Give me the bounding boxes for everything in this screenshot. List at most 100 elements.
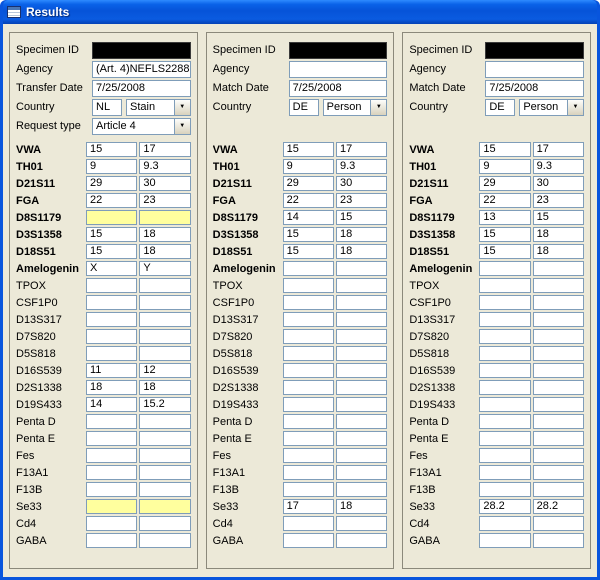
- panel-3-locus-d13s317-allele-2-input[interactable]: [533, 312, 584, 327]
- panel-3-locus-penta-e-allele-1-input[interactable]: [479, 431, 530, 446]
- panel-1-request-type-select[interactable]: Article 4▼: [92, 118, 191, 135]
- panel-1-locus-penta-e-allele-2-input[interactable]: [139, 431, 190, 446]
- panel-3-locus-penta-d-allele-2-input[interactable]: [533, 414, 584, 429]
- panel-2-locus-d19s433-allele-2-input[interactable]: [336, 397, 387, 412]
- panel-1-locus-csf1p0-allele-1-input[interactable]: [86, 295, 137, 310]
- panel-2-locus-d19s433-allele-1-input[interactable]: [283, 397, 334, 412]
- panel-2-locus-f13b-allele-1-input[interactable]: [283, 482, 334, 497]
- panel-1-locus-se33-allele-1-input[interactable]: [86, 499, 137, 514]
- panel-2-locus-fes-allele-2-input[interactable]: [336, 448, 387, 463]
- panel-1-locus-d18s51-allele-2-input[interactable]: 18: [139, 244, 190, 259]
- panel-2-locus-d8s1179-allele-2-input[interactable]: 15: [336, 210, 387, 225]
- panel-3-locus-d18s51-allele-1-input[interactable]: 15: [479, 244, 530, 259]
- panel-1-locus-vwa-allele-1-input[interactable]: 15: [86, 142, 137, 157]
- panel-3-locus-d8s1179-allele-2-input[interactable]: 15: [533, 210, 584, 225]
- panel-3-locus-vwa-allele-2-input[interactable]: 17: [533, 142, 584, 157]
- panel-2-locus-d5s818-allele-1-input[interactable]: [283, 346, 334, 361]
- panel-3-locus-d19s433-allele-2-input[interactable]: [533, 397, 584, 412]
- panel-1-locus-tpox-allele-2-input[interactable]: [139, 278, 190, 293]
- panel-2-locus-d2s1338-allele-2-input[interactable]: [336, 380, 387, 395]
- panel-2-locus-d18s51-allele-2-input[interactable]: 18: [336, 244, 387, 259]
- panel-3-locus-d2s1338-allele-1-input[interactable]: [479, 380, 530, 395]
- panel-2-locus-penta-d-allele-2-input[interactable]: [336, 414, 387, 429]
- panel-3-locus-tpox-allele-1-input[interactable]: [479, 278, 530, 293]
- panel-1-locus-f13b-allele-1-input[interactable]: [86, 482, 137, 497]
- panel-1-locus-th01-allele-2-input[interactable]: 9.3: [139, 159, 190, 174]
- panel-3-locus-d16s539-allele-1-input[interactable]: [479, 363, 530, 378]
- panel-2-locus-gaba-allele-2-input[interactable]: [336, 533, 387, 548]
- panel-2-locus-d13s317-allele-1-input[interactable]: [283, 312, 334, 327]
- panel-3-locus-cd4-allele-2-input[interactable]: [533, 516, 584, 531]
- panel-1-locus-fes-allele-2-input[interactable]: [139, 448, 190, 463]
- panel-3-locus-d18s51-allele-2-input[interactable]: 18: [533, 244, 584, 259]
- panel-1-locus-f13a1-allele-1-input[interactable]: [86, 465, 137, 480]
- panel-1-agency-input[interactable]: (Art. 4)NEFLS2288: [92, 61, 191, 78]
- panel-1-locus-th01-allele-1-input[interactable]: 9: [86, 159, 137, 174]
- panel-1-locus-d21s11-allele-2-input[interactable]: 30: [139, 176, 190, 191]
- panel-2-locus-d21s11-allele-2-input[interactable]: 30: [336, 176, 387, 191]
- panel-3-locus-se33-allele-2-input[interactable]: 28.2: [533, 499, 584, 514]
- dropdown-arrow-icon[interactable]: ▼: [174, 100, 190, 115]
- panel-2-locus-f13a1-allele-1-input[interactable]: [283, 465, 334, 480]
- panel-3-locus-th01-allele-2-input[interactable]: 9.3: [533, 159, 584, 174]
- panel-2-locus-vwa-allele-1-input[interactable]: 15: [283, 142, 334, 157]
- titlebar[interactable]: Results: [3, 0, 597, 24]
- dropdown-arrow-icon[interactable]: ▼: [174, 119, 190, 134]
- panel-1-locus-penta-e-allele-1-input[interactable]: [86, 431, 137, 446]
- panel-3-locus-csf1p0-allele-2-input[interactable]: [533, 295, 584, 310]
- panel-2-locus-se33-allele-1-input[interactable]: 17: [283, 499, 334, 514]
- panel-1-locus-fga-allele-2-input[interactable]: 23: [139, 193, 190, 208]
- panel-2-locus-f13b-allele-2-input[interactable]: [336, 482, 387, 497]
- panel-2-locus-d13s317-allele-2-input[interactable]: [336, 312, 387, 327]
- panel-2-locus-penta-e-allele-2-input[interactable]: [336, 431, 387, 446]
- panel-3-locus-gaba-allele-1-input[interactable]: [479, 533, 530, 548]
- panel-2-country-type-select[interactable]: Person▼: [323, 99, 388, 116]
- panel-1-country-type-select[interactable]: Stain▼: [126, 99, 191, 116]
- panel-1-locus-d2s1338-allele-1-input[interactable]: 18: [86, 380, 137, 395]
- panel-2-country-code-input[interactable]: DE: [289, 99, 319, 116]
- panel-1-locus-gaba-allele-2-input[interactable]: [139, 533, 190, 548]
- panel-3-locus-d21s11-allele-1-input[interactable]: 29: [479, 176, 530, 191]
- panel-3-specimen-id-field[interactable]: [485, 42, 584, 59]
- panel-3-locus-gaba-allele-2-input[interactable]: [533, 533, 584, 548]
- panel-1-locus-penta-d-allele-1-input[interactable]: [86, 414, 137, 429]
- panel-1-locus-d16s539-allele-2-input[interactable]: 12: [139, 363, 190, 378]
- panel-3-locus-f13a1-allele-2-input[interactable]: [533, 465, 584, 480]
- panel-3-locus-fes-allele-1-input[interactable]: [479, 448, 530, 463]
- panel-1-locus-cd4-allele-2-input[interactable]: [139, 516, 190, 531]
- panel-2-locus-d3s1358-allele-1-input[interactable]: 15: [283, 227, 334, 242]
- panel-2-locus-gaba-allele-1-input[interactable]: [283, 533, 334, 548]
- panel-2-locus-fes-allele-1-input[interactable]: [283, 448, 334, 463]
- panel-2-locus-d3s1358-allele-2-input[interactable]: 18: [336, 227, 387, 242]
- panel-1-locus-d18s51-allele-1-input[interactable]: 15: [86, 244, 137, 259]
- panel-2-locus-d18s51-allele-1-input[interactable]: 15: [283, 244, 334, 259]
- panel-2-date-input[interactable]: 7/25/2008: [289, 80, 388, 97]
- panel-2-specimen-id-field[interactable]: [289, 42, 388, 59]
- panel-3-locus-d7s820-allele-2-input[interactable]: [533, 329, 584, 344]
- panel-1-locus-fes-allele-1-input[interactable]: [86, 448, 137, 463]
- panel-1-locus-se33-allele-2-input[interactable]: [139, 499, 190, 514]
- panel-2-locus-tpox-allele-1-input[interactable]: [283, 278, 334, 293]
- panel-2-locus-csf1p0-allele-1-input[interactable]: [283, 295, 334, 310]
- panel-3-locus-d5s818-allele-2-input[interactable]: [533, 346, 584, 361]
- panel-1-locus-csf1p0-allele-2-input[interactable]: [139, 295, 190, 310]
- panel-3-locus-tpox-allele-2-input[interactable]: [533, 278, 584, 293]
- dropdown-arrow-icon[interactable]: ▼: [370, 100, 386, 115]
- panel-3-locus-d21s11-allele-2-input[interactable]: 30: [533, 176, 584, 191]
- panel-2-locus-d7s820-allele-2-input[interactable]: [336, 329, 387, 344]
- panel-3-locus-d7s820-allele-1-input[interactable]: [479, 329, 530, 344]
- dropdown-arrow-icon[interactable]: ▼: [567, 100, 583, 115]
- panel-1-locus-gaba-allele-1-input[interactable]: [86, 533, 137, 548]
- panel-3-locus-d5s818-allele-1-input[interactable]: [479, 346, 530, 361]
- panel-3-locus-d3s1358-allele-2-input[interactable]: 18: [533, 227, 584, 242]
- panel-3-locus-d19s433-allele-1-input[interactable]: [479, 397, 530, 412]
- panel-3-locus-d2s1338-allele-2-input[interactable]: [533, 380, 584, 395]
- panel-1-locus-amelogenin-allele-2-input[interactable]: Y: [139, 261, 190, 276]
- panel-3-locus-d13s317-allele-1-input[interactable]: [479, 312, 530, 327]
- panel-2-locus-csf1p0-allele-2-input[interactable]: [336, 295, 387, 310]
- panel-2-locus-th01-allele-1-input[interactable]: 9: [283, 159, 334, 174]
- panel-2-locus-d16s539-allele-1-input[interactable]: [283, 363, 334, 378]
- panel-2-locus-d16s539-allele-2-input[interactable]: [336, 363, 387, 378]
- panel-3-locus-fga-allele-1-input[interactable]: 22: [479, 193, 530, 208]
- panel-1-locus-d16s539-allele-1-input[interactable]: 11: [86, 363, 137, 378]
